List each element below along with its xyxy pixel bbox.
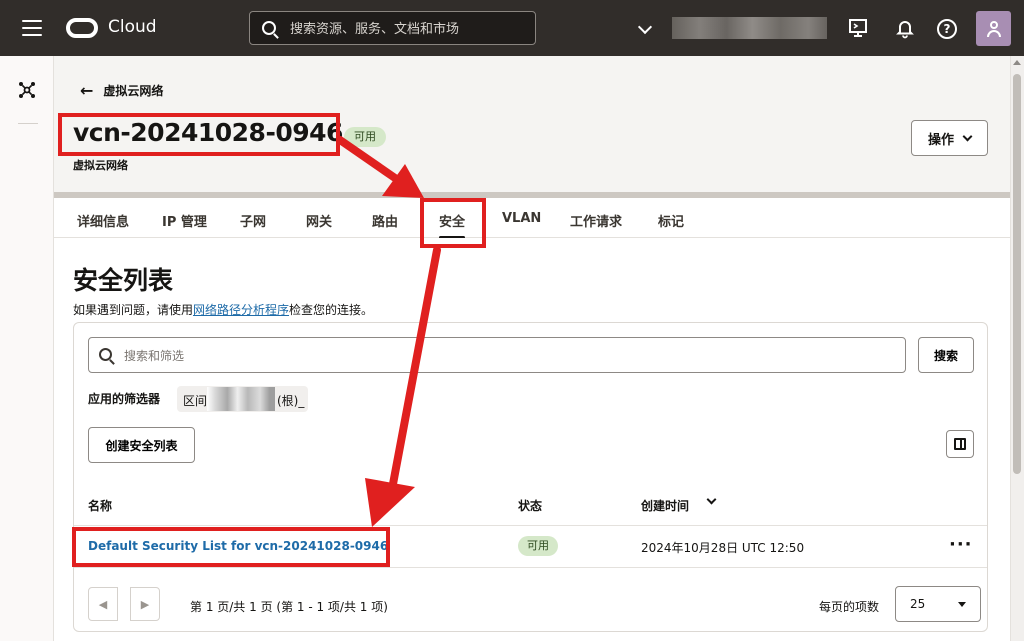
- table-divider: [74, 567, 987, 568]
- chip-suffix: (根)_: [277, 394, 305, 408]
- chevron-down-icon[interactable]: [637, 19, 653, 35]
- chip-redacted: [207, 387, 275, 411]
- previous-page-button[interactable]: ◀: [88, 587, 118, 621]
- next-page-button[interactable]: ▶: [130, 587, 160, 621]
- scrollbar-thumb[interactable]: [1013, 74, 1021, 474]
- filter-search-input[interactable]: [124, 346, 894, 366]
- tab-tags[interactable]: 标记: [658, 211, 684, 230]
- global-search[interactable]: [249, 11, 536, 45]
- section-title: 安全列表: [73, 266, 174, 295]
- column-header-name[interactable]: 名称: [88, 497, 112, 514]
- tab-vlan[interactable]: VLAN: [502, 211, 541, 226]
- help-icon[interactable]: ?: [937, 19, 957, 39]
- tab-details[interactable]: 详细信息: [77, 211, 129, 230]
- top-header: Cloud ?: [0, 0, 1024, 56]
- actions-button[interactable]: 操作: [911, 120, 988, 156]
- search-button[interactable]: 搜索: [918, 337, 974, 373]
- status-badge: 可用: [518, 536, 558, 556]
- scroll-up-icon[interactable]: [1013, 60, 1021, 65]
- bell-icon[interactable]: [894, 17, 916, 39]
- applied-filters-label: 应用的筛选器: [88, 392, 161, 406]
- columns-icon[interactable]: [946, 430, 974, 458]
- annotation-tab-box: [420, 198, 486, 248]
- per-page-value: 25: [910, 597, 926, 611]
- search-icon: [99, 348, 112, 361]
- caret-down-icon: [958, 602, 966, 607]
- oracle-logo-icon[interactable]: [66, 18, 98, 38]
- back-link-label: 虚拟云网络: [103, 84, 164, 98]
- status-badge: 可用: [344, 127, 386, 147]
- table-divider: [74, 525, 987, 526]
- compartment-filter-chip[interactable]: 区间 (根)_: [177, 386, 308, 412]
- user-icon[interactable]: [976, 11, 1011, 46]
- hint-prefix: 如果遇到问题，请使用: [73, 303, 194, 317]
- tab-subnets[interactable]: 子网: [240, 211, 266, 230]
- tab-gateways[interactable]: 网关: [306, 211, 332, 230]
- back-link[interactable]: ← 虚拟云网络: [80, 82, 163, 99]
- page-subtitle: 虚拟云网络: [73, 159, 128, 172]
- region-selector[interactable]: [672, 17, 827, 39]
- hint-text: 如果遇到问题，请使用网络路径分析程序检查您的连接。: [73, 301, 373, 318]
- cloud-shell-icon[interactable]: [847, 17, 869, 39]
- tab-bar: 详细信息 IP 管理 子网 网关 路由 安全 VLAN 工作请求 标记: [54, 198, 1010, 239]
- annotation-row-box: [72, 527, 390, 567]
- tab-routing[interactable]: 路由: [372, 211, 398, 230]
- chevron-down-icon: [962, 131, 973, 141]
- rail-divider: [18, 123, 38, 124]
- left-rail: [0, 56, 54, 641]
- tab-ip-management[interactable]: IP 管理: [162, 211, 207, 230]
- global-search-input[interactable]: [290, 19, 525, 39]
- network-path-analyzer-link[interactable]: 网络路径分析程序: [193, 303, 289, 317]
- network-icon[interactable]: [17, 80, 37, 100]
- pagination-summary: 第 1 页/共 1 页 (第 1 - 1 项/共 1 项): [190, 600, 388, 614]
- chip-prefix: 区间: [183, 394, 208, 408]
- per-page-label: 每页的项数: [819, 600, 880, 614]
- annotation-title-box: [58, 113, 340, 156]
- actions-label: 操作: [927, 132, 954, 148]
- hint-suffix: 检查您的连接。: [289, 303, 374, 317]
- search-icon: [262, 21, 276, 35]
- kebab-icon[interactable]: ···: [949, 534, 973, 555]
- hamburger-icon[interactable]: [22, 20, 42, 36]
- column-header-created[interactable]: 创建时间: [641, 497, 689, 514]
- create-security-list-button[interactable]: 创建安全列表: [88, 427, 195, 463]
- per-page-select[interactable]: 25: [895, 586, 981, 622]
- filter-search[interactable]: [88, 337, 906, 373]
- column-header-status[interactable]: 状态: [518, 497, 542, 514]
- brand-name[interactable]: Cloud: [108, 17, 157, 37]
- tab-work-requests[interactable]: 工作请求: [570, 211, 622, 230]
- back-arrow-icon: ←: [80, 80, 94, 100]
- created-time: 2024年10月28日 UTC 12:50: [641, 541, 805, 555]
